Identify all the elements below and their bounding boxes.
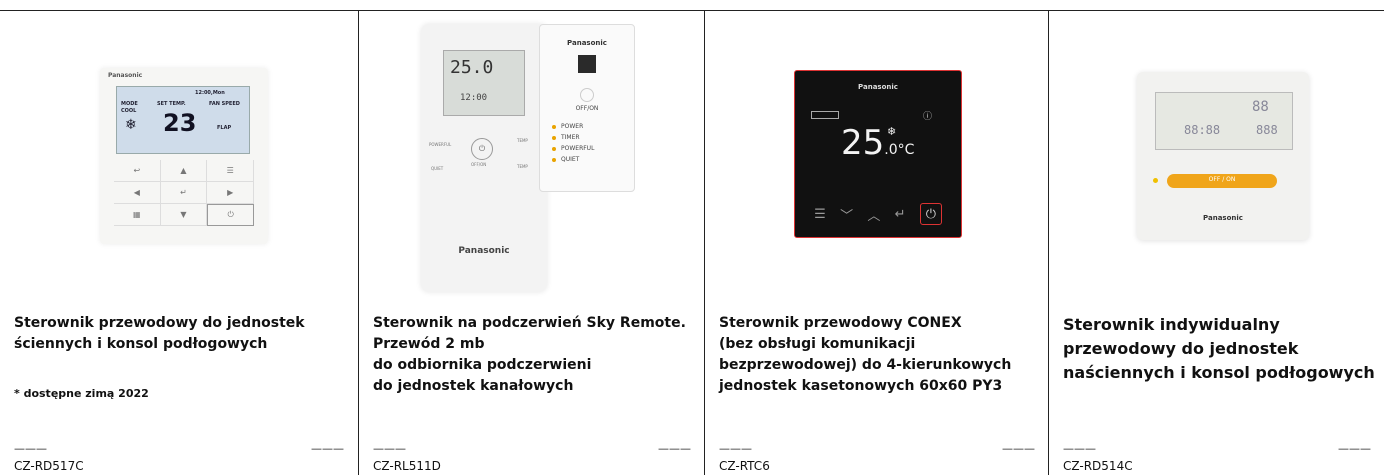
- receiver-off-on-label: OFF/ON: [575, 105, 599, 112]
- remote-brand: Panasonic: [458, 246, 510, 256]
- left-key-icon: ◀: [114, 182, 161, 204]
- product-title[interactable]: Sterownik przewodowy CONEX (bez obsługi …: [719, 313, 1039, 397]
- screen-temperature: 23: [163, 109, 197, 137]
- dash-decoration-right: ———: [1002, 442, 1035, 455]
- indicator-dot-icon: [552, 124, 556, 129]
- chevron-up-icon: ︿: [867, 208, 881, 224]
- dash-decoration-right: ———: [1338, 442, 1371, 455]
- off-on-label: OFF / ON: [1208, 176, 1236, 183]
- receiver-brand: Panasonic: [567, 39, 607, 47]
- device-lcd: 88 88:88 888: [1155, 92, 1293, 150]
- receiver-sensor: [578, 55, 596, 73]
- remote-temp-up-label: TEMP: [517, 138, 528, 143]
- dash-decoration-right: ———: [658, 442, 691, 455]
- indicator-dot-icon: [552, 157, 556, 162]
- product-title[interactable]: Sterownik na podczerwień Sky Remote. Prz…: [373, 313, 695, 397]
- device-brand: Panasonic: [108, 72, 143, 79]
- product-code: CZ-RTC6: [719, 459, 770, 473]
- product-title[interactable]: Sterownik przewodowy do jednostek ścienn…: [14, 313, 348, 355]
- product-image[interactable]: Panasonic 12:00,Mon MODE COOL SET TEMP. …: [0, 10, 358, 300]
- remote-quiet-label: QUIET: [431, 166, 444, 171]
- screen-mode: MODE: [121, 101, 138, 107]
- wired-controller-device: Panasonic 12:00,Mon MODE COOL SET TEMP. …: [100, 68, 268, 244]
- device-button-bar: OFF / ON: [1167, 174, 1277, 188]
- dash-decoration-left: ———: [373, 442, 406, 455]
- remote-off-on-label: OFF/ON: [471, 162, 487, 167]
- product-image[interactable]: 25.0 12:00 POWERFUL QUIET TEMP TEMP ⏻ OF…: [359, 10, 705, 300]
- product-card-cz-rl511d[interactable]: 25.0 12:00 POWERFUL QUIET TEMP TEMP ⏻ OF…: [358, 10, 705, 475]
- dash-decoration-left: ———: [719, 442, 752, 455]
- product-title[interactable]: Sterownik indywidualny przewodowy do jed…: [1063, 313, 1375, 385]
- lcd-value: 88: [1252, 99, 1269, 115]
- individual-controller-device: 88 88:88 888 OFF / ON Panasonic: [1137, 72, 1309, 240]
- product-code: CZ-RD517C: [14, 459, 84, 473]
- remote-display: 25.0 12:00: [443, 50, 525, 116]
- device-screen: 12:00,Mon MODE COOL SET TEMP. FAN SPEED …: [116, 86, 250, 154]
- dash-decoration-left: ———: [1063, 442, 1096, 455]
- screen-set-temp: SET TEMP.: [157, 101, 186, 107]
- up-key-icon: ▲: [160, 160, 208, 182]
- down-key-icon: ▼: [160, 204, 208, 226]
- remote-powerful-label: POWERFUL: [429, 142, 452, 147]
- availability-note: * dostępne zimą 2022: [14, 387, 149, 400]
- snowflake-icon: ❄: [125, 117, 137, 133]
- product-code: CZ-RL511D: [373, 459, 441, 473]
- screen-tag-icon: [811, 111, 839, 119]
- receiver-button-icon: [580, 88, 594, 102]
- back-key-icon: ↩: [114, 160, 161, 182]
- screen-mode-value: COOL: [121, 108, 137, 114]
- temperature-display: 25.0°C: [841, 123, 915, 163]
- lcd-value: 888: [1256, 123, 1278, 137]
- product-grid: Panasonic 12:00,Mon MODE COOL SET TEMP. …: [0, 0, 1384, 475]
- screen-fan-speed: FAN SPEED: [209, 101, 240, 107]
- ir-receiver-device: Panasonic OFF/ON POWER TIMER POWERFUL QU…: [539, 24, 635, 192]
- receiver-indicator-list: POWER TIMER POWERFUL QUIET: [552, 121, 594, 165]
- touch-button-bar: ☰ ﹀ ︿ ↵ ⏻: [807, 203, 949, 225]
- device-brand: Panasonic: [1203, 214, 1243, 222]
- indicator-dot-icon: [552, 146, 556, 151]
- product-image[interactable]: Panasonic ⓘ ❄ 25.0°C ☰ ﹀ ︿ ↵ ⏻: [705, 10, 1049, 300]
- remote-display-temp: 25.0: [450, 57, 494, 78]
- screen-flap: FLAP: [217, 125, 232, 131]
- remote-display-time: 12:00: [460, 93, 488, 103]
- menu-key-icon: ☰: [207, 160, 254, 182]
- grid-key-icon: ▦: [114, 204, 161, 226]
- product-card-cz-rd517c[interactable]: Panasonic 12:00,Mon MODE COOL SET TEMP. …: [0, 10, 358, 475]
- device-keypad: ↩ ▲ ☰ ◀ ↵ ▶ ▦ ▼ ⏻: [114, 160, 254, 226]
- chevron-down-icon: ﹀: [840, 208, 854, 224]
- remote-temp-down-label: TEMP: [517, 164, 528, 169]
- remote-control-device: 25.0 12:00 POWERFUL QUIET TEMP TEMP ⏻ OF…: [421, 24, 547, 292]
- product-code: CZ-RD514C: [1063, 459, 1133, 473]
- enter-key-icon: ↵: [160, 182, 208, 204]
- indicator-dot-icon: [552, 135, 556, 140]
- enter-icon: ↵: [894, 206, 906, 222]
- power-key-icon: ⏻: [207, 204, 254, 226]
- info-icon: ⓘ: [923, 112, 933, 122]
- device-brand: Panasonic: [858, 83, 898, 91]
- right-key-icon: ▶: [207, 182, 254, 204]
- remote-power-icon: ⏻: [471, 138, 493, 160]
- product-card-cz-rd514c[interactable]: 88 88:88 888 OFF / ON Panasonic Sterowni…: [1048, 10, 1384, 475]
- product-image[interactable]: 88 88:88 888 OFF / ON Panasonic: [1049, 10, 1384, 300]
- status-led-icon: [1153, 178, 1158, 183]
- dash-decoration-right: ———: [311, 442, 344, 455]
- product-card-cz-rtc6[interactable]: Panasonic ⓘ ❄ 25.0°C ☰ ﹀ ︿ ↵ ⏻ Sterownik…: [704, 10, 1049, 475]
- conex-controller-device: Panasonic ⓘ ❄ 25.0°C ☰ ﹀ ︿ ↵ ⏻: [794, 70, 962, 238]
- lcd-value: 88:88: [1184, 123, 1221, 137]
- menu-icon: ☰: [814, 206, 826, 222]
- dash-decoration-left: ———: [14, 442, 47, 455]
- power-icon: ⏻: [919, 203, 942, 225]
- screen-time: 12:00,Mon: [195, 90, 225, 96]
